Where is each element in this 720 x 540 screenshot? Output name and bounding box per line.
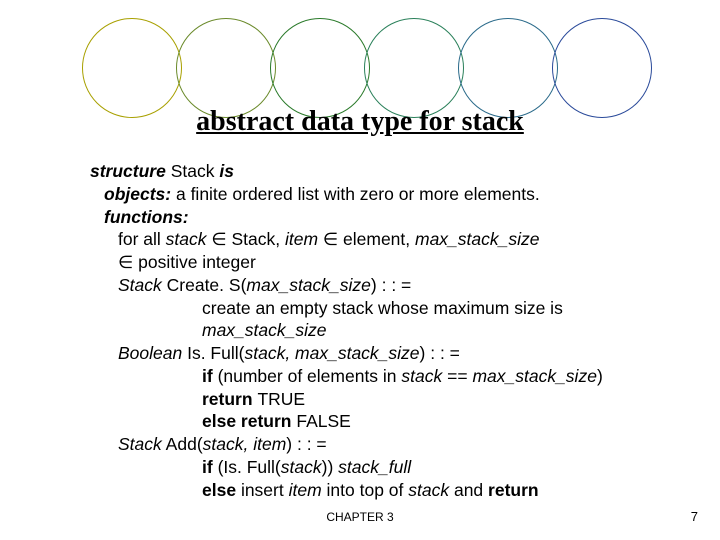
- txt: and: [449, 480, 488, 500]
- txt: insert: [241, 480, 289, 500]
- txt: ) : : =: [371, 275, 411, 295]
- line-15: else insert item into top of stack and r…: [202, 479, 650, 502]
- txt: ): [597, 366, 603, 386]
- circle-4: [364, 18, 464, 118]
- line-9: Boolean Is. Full(stack, max_stack_size) …: [118, 342, 650, 365]
- line-11: return TRUE: [202, 388, 650, 411]
- kw-else-return: else return: [202, 411, 296, 431]
- args: stack, max_stack_size: [244, 343, 419, 363]
- circle-5: [458, 18, 558, 118]
- slide-title: abstract data type for stack: [0, 106, 720, 138]
- var-stackfull: stack_full: [338, 457, 411, 477]
- footer-page-number: 7: [691, 509, 698, 524]
- circle-1: [82, 18, 182, 118]
- kw-else: else: [202, 480, 241, 500]
- line-2: objects: a finite ordered list with zero…: [104, 183, 650, 206]
- var-item: item: [289, 480, 322, 500]
- line-4: for all stack ∈ Stack, item ∈ element, m…: [118, 228, 650, 251]
- txt: into top of: [322, 480, 409, 500]
- line-7: create an empty stack whose maximum size…: [202, 297, 650, 320]
- var-maxsize: max_stack_size: [415, 229, 540, 249]
- kw-structure: structure: [90, 161, 166, 181]
- slide-body: structure Stack is objects: a finite ord…: [90, 160, 650, 501]
- circle-6: [552, 18, 652, 118]
- txt: (number of elements in: [213, 366, 402, 386]
- line-3: functions:: [104, 206, 650, 229]
- txt: ) : : =: [286, 434, 326, 454]
- footer-chapter: CHAPTER 3: [0, 510, 720, 524]
- txt: Create. S(: [162, 275, 247, 295]
- txt: Stack: [166, 161, 220, 181]
- kw-objects: objects:: [104, 184, 171, 204]
- line-5: ∈ positive integer: [118, 251, 650, 274]
- var-stack: stack: [408, 480, 449, 500]
- var-maxsize: max_stack_size: [472, 366, 597, 386]
- txt: (Is. Full(: [213, 457, 281, 477]
- txt: ∈ element,: [318, 229, 415, 249]
- ret-type: Stack: [118, 275, 162, 295]
- line-13: Stack Add(stack, item) : : =: [118, 433, 650, 456]
- kw-return: return: [202, 389, 257, 409]
- txt: )): [322, 457, 339, 477]
- val-true: TRUE: [257, 389, 305, 409]
- decorative-circles: [82, 18, 646, 118]
- txt: ) : : =: [420, 343, 460, 363]
- line-10: if (number of elements in stack == max_s…: [202, 365, 650, 388]
- line-1: structure Stack is: [90, 160, 650, 183]
- var-item: item: [285, 229, 318, 249]
- line-8: max_stack_size: [202, 319, 650, 342]
- var-maxsize: max_stack_size: [246, 275, 371, 295]
- txt: Is. Full(: [182, 343, 244, 363]
- ret-type: Stack: [118, 434, 162, 454]
- circle-3: [270, 18, 370, 118]
- val-false: FALSE: [296, 411, 350, 431]
- kw-if: if: [202, 366, 213, 386]
- kw-if: if: [202, 457, 213, 477]
- txt: for all: [118, 229, 166, 249]
- txt: ∈ Stack,: [207, 229, 285, 249]
- var-stack: stack: [166, 229, 207, 249]
- args: stack, item: [203, 434, 287, 454]
- circle-2: [176, 18, 276, 118]
- ret-type: Boolean: [118, 343, 182, 363]
- var-stack: stack: [401, 366, 442, 386]
- txt: Add(: [162, 434, 203, 454]
- line-12: else return FALSE: [202, 410, 650, 433]
- line-6: Stack Create. S(max_stack_size) : : =: [118, 274, 650, 297]
- kw-is: is: [219, 161, 234, 181]
- txt: a finite ordered list with zero or more …: [171, 184, 540, 204]
- var-stack: stack: [281, 457, 322, 477]
- kw-return: return: [488, 480, 539, 500]
- line-14: if (Is. Full(stack)) stack_full: [202, 456, 650, 479]
- txt: ==: [442, 366, 472, 386]
